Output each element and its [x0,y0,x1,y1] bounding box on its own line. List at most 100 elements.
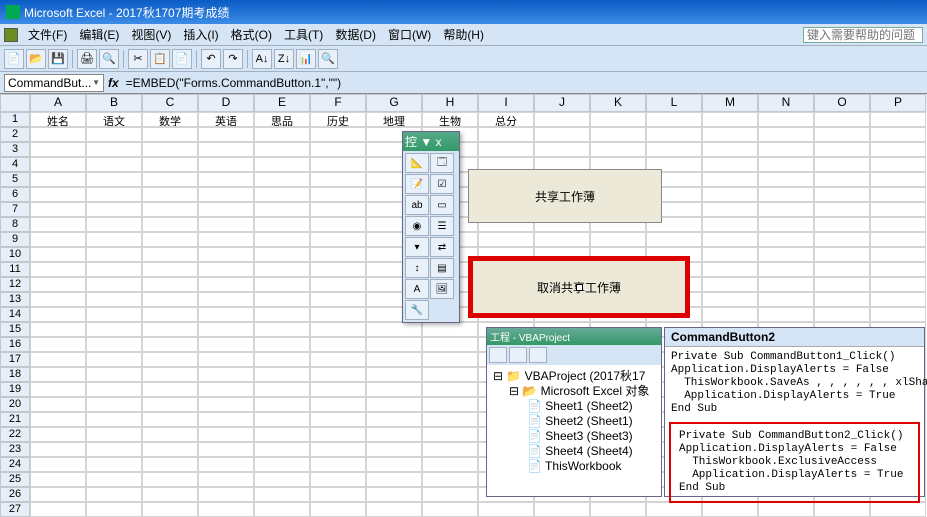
cell[interactable] [590,127,646,142]
cell[interactable] [142,172,198,187]
cell[interactable] [366,472,422,487]
cell[interactable] [366,502,422,517]
cell[interactable] [30,127,86,142]
cell[interactable] [310,382,366,397]
row-header[interactable]: 9 [0,232,30,247]
listbox-icon[interactable]: ☰ [430,216,454,236]
cell[interactable] [198,127,254,142]
cell[interactable] [422,322,478,337]
cell[interactable] [198,382,254,397]
cell[interactable] [198,157,254,172]
cell[interactable] [422,337,478,352]
cell[interactable] [870,127,926,142]
cell[interactable] [30,382,86,397]
cell[interactable] [758,247,814,262]
cell[interactable] [86,442,142,457]
cell[interactable]: 历史 [310,112,366,127]
column-header[interactable]: J [534,94,590,112]
menu-item[interactable]: 帮助(H) [437,26,490,44]
cell[interactable] [422,412,478,427]
cell[interactable] [646,112,702,127]
cell[interactable] [758,232,814,247]
cell[interactable] [702,172,758,187]
column-header[interactable]: K [590,94,646,112]
cell[interactable]: 姓名 [30,112,86,127]
cell[interactable] [478,502,534,517]
cell[interactable] [310,142,366,157]
cell[interactable] [30,172,86,187]
cell[interactable] [142,232,198,247]
dropdown-icon[interactable]: ▼ [92,78,100,87]
row-header[interactable]: 8 [0,217,30,232]
cell[interactable] [198,262,254,277]
toolbox-titlebar[interactable]: 控 ▼ x [403,132,459,151]
cell[interactable] [366,412,422,427]
cell[interactable] [198,172,254,187]
cell[interactable] [310,187,366,202]
cell[interactable] [310,442,366,457]
help-search-input[interactable] [803,27,923,43]
column-header[interactable]: G [366,94,422,112]
cell[interactable] [198,247,254,262]
row-header[interactable]: 10 [0,247,30,262]
cell[interactable] [254,262,310,277]
cell[interactable] [870,112,926,127]
cell[interactable] [198,427,254,442]
cell[interactable] [590,502,646,517]
cell[interactable] [310,367,366,382]
cell[interactable] [758,112,814,127]
cell[interactable] [198,232,254,247]
cell[interactable] [422,442,478,457]
cell[interactable] [30,247,86,262]
cell[interactable] [422,382,478,397]
cell[interactable] [30,397,86,412]
cell[interactable] [702,502,758,517]
copy-button[interactable]: 📋 [150,49,170,69]
cell[interactable] [86,367,142,382]
cell[interactable] [30,502,86,517]
cell[interactable] [142,277,198,292]
cell[interactable] [422,487,478,502]
row-header[interactable]: 2 [0,127,30,142]
cell[interactable] [814,232,870,247]
column-header[interactable]: M [702,94,758,112]
cell[interactable] [814,502,870,517]
cell[interactable] [254,427,310,442]
cell[interactable] [310,172,366,187]
cell[interactable] [86,187,142,202]
menu-item[interactable]: 文件(F) [22,26,73,44]
sort-asc-button[interactable]: A↓ [252,49,272,69]
column-header[interactable]: C [142,94,198,112]
cell[interactable] [254,187,310,202]
open-button[interactable]: 📂 [26,49,46,69]
cell[interactable] [142,412,198,427]
cell[interactable] [198,442,254,457]
code-block-1[interactable]: Private Sub CommandButton1_Click() Appli… [665,347,924,420]
cell[interactable] [702,262,758,277]
cell[interactable] [702,157,758,172]
cell[interactable] [30,487,86,502]
undo-button[interactable]: ↶ [201,49,221,69]
cell[interactable] [310,157,366,172]
cell[interactable] [86,322,142,337]
cell[interactable] [758,187,814,202]
cell[interactable] [534,142,590,157]
cell[interactable] [254,247,310,262]
view-object-button[interactable] [509,347,527,363]
cell[interactable] [254,367,310,382]
cell[interactable] [310,127,366,142]
cell[interactable] [30,232,86,247]
cell[interactable] [422,367,478,382]
cell[interactable] [198,187,254,202]
cell[interactable] [310,292,366,307]
cell[interactable] [814,307,870,322]
cell[interactable] [646,232,702,247]
cell[interactable] [310,217,366,232]
cell[interactable] [646,502,702,517]
cell[interactable] [758,127,814,142]
cell[interactable] [870,142,926,157]
cell[interactable] [758,277,814,292]
cell[interactable] [86,232,142,247]
cell[interactable] [86,337,142,352]
cell[interactable] [310,352,366,367]
